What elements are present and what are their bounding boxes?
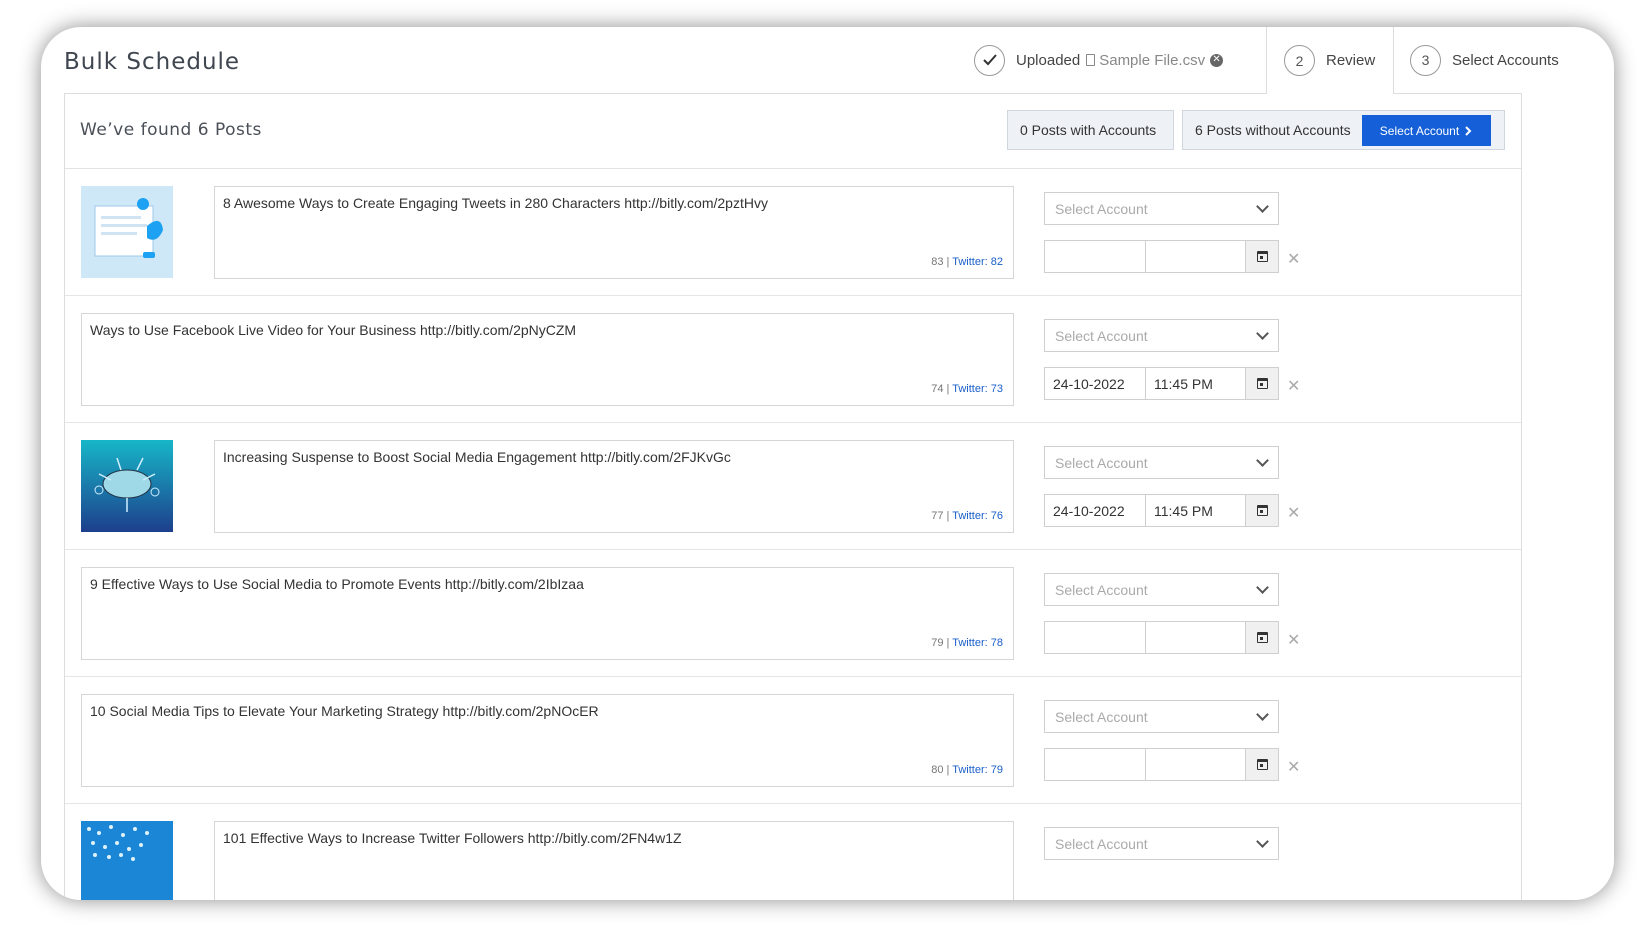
calendar-icon	[1256, 759, 1268, 770]
calendar-button[interactable]	[1245, 622, 1278, 653]
calendar-button[interactable]	[1245, 368, 1278, 399]
clear-icon[interactable]: ✕	[1287, 503, 1300, 523]
schedule-datetime	[1044, 621, 1279, 654]
time-input[interactable]	[1146, 749, 1245, 780]
character-counter: 83 | Twitter: 82	[931, 256, 1003, 268]
summary-bar: We’ve found 6 Posts 0 Posts with Account…	[65, 94, 1521, 169]
calendar-button[interactable]	[1245, 749, 1278, 780]
calendar-icon	[1256, 251, 1268, 262]
chevron-down-icon	[1256, 581, 1269, 594]
select-account-button-label: Select Account	[1379, 123, 1460, 138]
date-input[interactable]: 24-10-2022	[1045, 368, 1146, 399]
step-uploaded: Uploaded Sample File.csv ✕	[974, 27, 1264, 93]
step-select-label: Select Accounts	[1452, 51, 1559, 69]
time-input[interactable]: 11:45 PM	[1146, 495, 1245, 526]
schedule-datetime	[1044, 240, 1279, 273]
account-select-placeholder: Select Account	[1055, 454, 1148, 471]
post-text-content: 8 Awesome Ways to Create Engaging Tweets…	[223, 195, 768, 211]
date-input[interactable]	[1045, 241, 1146, 272]
post-row: Ways to Use Facebook Live Video for Your…	[65, 296, 1521, 423]
post-text-content: 10 Social Media Tips to Elevate Your Mar…	[90, 703, 599, 719]
post-text-content: 101 Effective Ways to Increase Twitter F…	[223, 830, 682, 846]
bulk-schedule-card: Bulk Schedule Uploaded Sample File.csv ✕…	[41, 27, 1614, 900]
account-select[interactable]: Select Account	[1044, 700, 1279, 733]
account-select-placeholder: Select Account	[1055, 581, 1148, 598]
account-select-placeholder: Select Account	[1055, 200, 1148, 217]
page-title: Bulk Schedule	[64, 49, 241, 75]
step-select-number: 3	[1410, 44, 1441, 76]
account-select-placeholder: Select Account	[1055, 835, 1148, 852]
post-text[interactable]: 9 Effective Ways to Use Social Media to …	[81, 567, 1014, 660]
file-icon	[1086, 54, 1096, 66]
calendar-icon	[1256, 632, 1268, 643]
check-icon	[974, 44, 1005, 76]
chevron-down-icon	[1256, 200, 1269, 213]
post-text-content: 9 Effective Ways to Use Social Media to …	[90, 576, 584, 592]
post-thumbnail	[81, 440, 173, 532]
posts-found-text: We’ve found 6 Posts	[80, 120, 262, 140]
post-text[interactable]: 8 Awesome Ways to Create Engaging Tweets…	[214, 186, 1014, 279]
post-thumbnail	[81, 186, 173, 278]
chevron-down-icon	[1256, 327, 1269, 340]
calendar-icon	[1256, 378, 1268, 389]
post-row: 101 Effective Ways to Increase Twitter F…	[65, 804, 1521, 900]
chevron-down-icon	[1256, 708, 1269, 721]
account-select[interactable]: Select Account	[1044, 192, 1279, 225]
post-row: 8 Awesome Ways to Create Engaging Tweets…	[65, 169, 1521, 296]
calendar-icon	[1256, 505, 1268, 516]
schedule-datetime: 24-10-2022 11:45 PM	[1044, 367, 1279, 400]
clear-icon[interactable]: ✕	[1287, 249, 1300, 269]
step-select-accounts[interactable]: 3 Select Accounts	[1392, 27, 1614, 93]
post-text[interactable]: Increasing Suspense to Boost Social Medi…	[214, 440, 1014, 533]
character-counter: 79 | Twitter: 78	[931, 637, 1003, 649]
review-panel: We’ve found 6 Posts 0 Posts with Account…	[64, 93, 1522, 900]
step-review-number: 2	[1284, 45, 1315, 76]
post-text[interactable]: 101 Effective Ways to Increase Twitter F…	[214, 821, 1014, 900]
posts-without-accounts-label: 6 Posts without Accounts	[1195, 122, 1351, 138]
account-select[interactable]: Select Account	[1044, 319, 1279, 352]
post-text[interactable]: Ways to Use Facebook Live Video for Your…	[81, 313, 1014, 406]
step-review-label: Review	[1326, 52, 1376, 69]
character-counter: 80 | Twitter: 79	[931, 764, 1003, 776]
post-text[interactable]: 10 Social Media Tips to Elevate Your Mar…	[81, 694, 1014, 787]
clear-icon[interactable]: ✕	[1287, 630, 1300, 650]
uploaded-file: Sample File.csv ✕	[1086, 51, 1224, 69]
post-row: Increasing Suspense to Boost Social Medi…	[65, 423, 1521, 550]
date-input[interactable]	[1045, 749, 1146, 780]
clear-icon[interactable]: ✕	[1287, 757, 1300, 777]
step-uploaded-label: Uploaded	[1016, 51, 1081, 69]
chevron-down-icon	[1256, 835, 1269, 848]
account-select[interactable]: Select Account	[1044, 573, 1279, 606]
account-select-placeholder: Select Account	[1055, 327, 1148, 344]
post-thumbnail	[81, 821, 173, 900]
chevron-down-icon	[1256, 454, 1269, 467]
account-select-placeholder: Select Account	[1055, 708, 1148, 725]
account-select[interactable]: Select Account	[1044, 827, 1279, 860]
character-counter: 77 | Twitter: 76	[931, 510, 1003, 522]
posts-with-accounts-filter[interactable]: 0 Posts with Accounts	[1007, 110, 1174, 150]
time-input[interactable]	[1146, 241, 1245, 272]
post-text-content: Increasing Suspense to Boost Social Medi…	[223, 449, 731, 465]
chevron-right-icon	[1465, 125, 1472, 136]
remove-file-icon[interactable]: ✕	[1210, 53, 1224, 67]
account-select[interactable]: Select Account	[1044, 446, 1279, 479]
select-account-button[interactable]: Select Account	[1362, 115, 1491, 146]
character-counter: 74 | Twitter: 73	[931, 383, 1003, 395]
time-input[interactable]: 11:45 PM	[1146, 368, 1245, 399]
clear-icon[interactable]: ✕	[1287, 376, 1300, 396]
step-review[interactable]: 2 Review	[1266, 27, 1394, 94]
post-text-content: Ways to Use Facebook Live Video for Your…	[90, 322, 577, 338]
post-row: 10 Social Media Tips to Elevate Your Mar…	[65, 677, 1521, 804]
time-input[interactable]	[1146, 622, 1245, 653]
schedule-datetime	[1044, 748, 1279, 781]
date-input[interactable]: 24-10-2022	[1045, 495, 1146, 526]
calendar-button[interactable]	[1245, 241, 1278, 272]
schedule-datetime: 24-10-2022 11:45 PM	[1044, 494, 1279, 527]
file-name: Sample File.csv	[1099, 51, 1206, 69]
post-row: 9 Effective Ways to Use Social Media to …	[65, 550, 1521, 677]
date-input[interactable]	[1045, 622, 1146, 653]
posts-without-accounts-filter[interactable]: 6 Posts without Accounts Select Account	[1182, 110, 1505, 150]
calendar-button[interactable]	[1245, 495, 1278, 526]
